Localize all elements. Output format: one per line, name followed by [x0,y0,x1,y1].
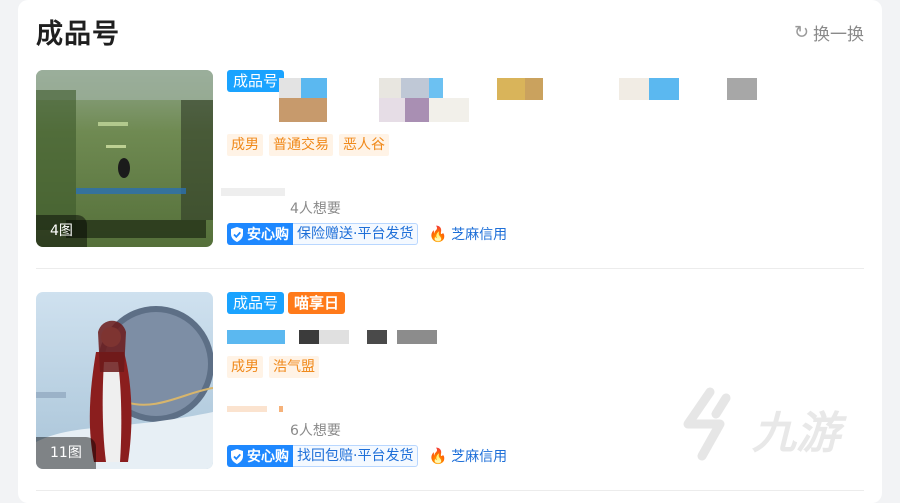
tag-list: 成男 普通交易 恶人谷 [227,134,389,156]
badge-product-account: 成品号 [227,70,285,92]
watermark-text: 九游 [752,408,847,459]
anxin-label: 安心购 [247,227,289,243]
sesame-label: 芝麻信用 [451,227,508,243]
picture-count: 4图 [36,215,87,247]
shield-check-icon [231,448,243,464]
want-count: 6人想要 [290,423,341,439]
listing-thumbnail[interactable]: 11图 [36,292,213,469]
listing-info: 成品号 成男 普通交易 恶人谷 4人想要 安心购 保险赠送·平台发货 🔥 芝麻信… [221,70,863,247]
guarantee-text: 找回包赔·平台发货 [293,445,419,467]
want-count: 4人想要 [290,201,341,217]
sesame-credit-icon: 🔥 [428,225,448,243]
refresh-label: 换一换 [813,25,864,45]
tag: 成男 [227,356,263,378]
guarantee-badge[interactable]: 安心购 保险赠送·平台发货 🔥 芝麻信用 [227,223,507,245]
picture-count: 11图 [36,437,96,469]
sesame-label: 芝麻信用 [451,449,508,465]
tag: 成男 [227,134,263,156]
tag-list: 成男 浩气盟 [227,356,319,378]
guarantee-text: 保险赠送·平台发货 [293,223,419,245]
sesame-credit[interactable]: 🔥 芝麻信用 [428,446,507,466]
listing-item[interactable]: 4图 成品号 成男 普通交易 恶人谷 4人想要 安心购 保险赠送·平台发货 🔥 … [36,70,864,250]
shield-check-icon [231,226,243,242]
blurred-listing-title [279,78,757,122]
refresh-button[interactable]: ↻ 换一换 [794,20,864,45]
anxin-label: 安心购 [247,449,289,465]
tag: 浩气盟 [269,356,319,378]
sesame-credit-icon: 🔥 [428,447,448,465]
badge-promo-day: 喵享日 [288,292,346,314]
tag: 恶人谷 [339,134,389,156]
badge-product-account: 成品号 [227,292,285,314]
blurred-price [221,188,285,196]
divider [36,268,864,269]
divider [36,490,864,491]
jiuyou-watermark-logo: 九游 [683,387,847,461]
blurred-listing-title [227,330,437,344]
tag: 普通交易 [269,134,333,156]
guarantee-badge[interactable]: 安心购 找回包赔·平台发货 🔥 芝麻信用 [227,445,507,467]
listing-thumbnail[interactable]: 4图 [36,70,213,247]
sesame-credit[interactable]: 🔥 芝麻信用 [428,224,507,244]
section-title: 成品号 [36,19,120,50]
blurred-price [227,406,283,412]
refresh-icon: ↻ [793,22,809,43]
